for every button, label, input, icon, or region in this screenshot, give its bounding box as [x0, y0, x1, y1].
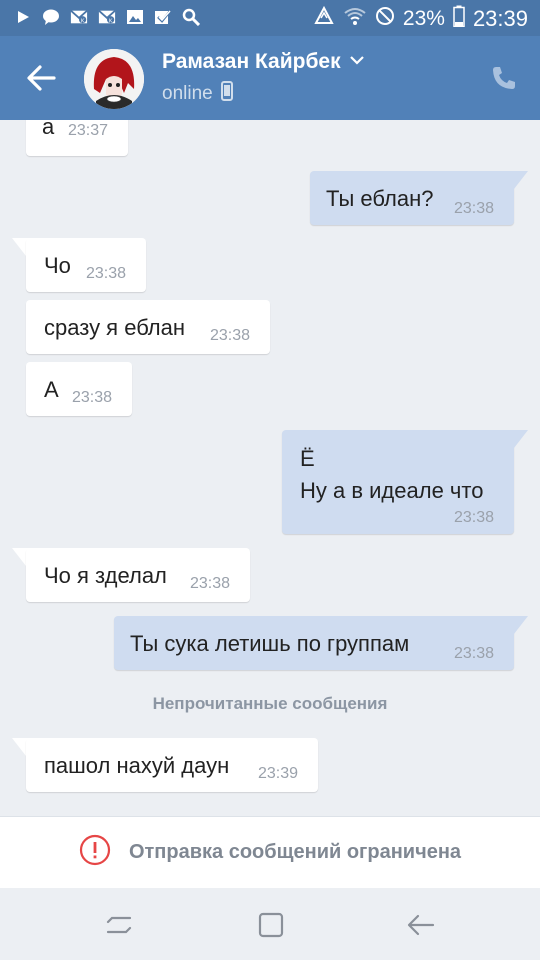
message-outgoing[interactable]: Ты еблан? 23:38 — [310, 171, 514, 225]
message-text: Чо — [44, 253, 71, 278]
search-icon — [182, 8, 200, 26]
chat-icon — [42, 8, 60, 26]
clock: 23:39 — [472, 6, 528, 31]
notification-icons: K K — [14, 8, 200, 26]
bubble-tail — [510, 616, 528, 634]
message-time: 23:38 — [454, 509, 495, 526]
check-icon — [154, 8, 172, 26]
chevron-down-icon — [349, 53, 365, 71]
no-sound-icon — [375, 6, 395, 32]
phone-icon[interactable] — [490, 64, 518, 92]
message-incoming[interactable]: Чо я зделал 23:38 — [26, 548, 250, 602]
bubble-tail — [510, 171, 528, 189]
message-text: Чо я зделал — [44, 563, 167, 588]
system-status: 23% 23:39 — [313, 5, 528, 33]
message-text-line: Ё — [300, 446, 315, 471]
message-incoming[interactable]: Чо 23:38 — [26, 238, 146, 292]
recycle-icon — [313, 5, 335, 32]
message-text: пашол нахуй даун — [44, 753, 230, 778]
message-text: Ты сука летишь по группам — [130, 631, 410, 656]
contact-name: Рамазан Кайрбек — [162, 50, 341, 73]
svg-text:K: K — [109, 18, 113, 24]
message-outgoing[interactable]: Ё Ну а в идеале что 23:38 — [282, 430, 514, 534]
message-text: Ты еблан? — [326, 186, 434, 211]
message-time: 23:38 — [72, 389, 113, 406]
message-time: 23:38 — [454, 645, 495, 662]
home-icon[interactable] — [256, 910, 286, 940]
mail-icon: K — [70, 8, 88, 26]
message-time: 23:37 — [68, 122, 109, 139]
bubble-tail — [510, 430, 528, 448]
message-time: 23:38 — [210, 327, 251, 344]
message-outgoing[interactable]: Ты сука летишь по группам 23:38 — [114, 616, 514, 670]
mobile-icon — [220, 81, 233, 107]
status-text: online — [162, 83, 213, 104]
image-icon — [126, 8, 144, 26]
back-icon[interactable] — [406, 910, 436, 940]
play-icon — [14, 8, 32, 26]
messaging-restricted-bar: Отправка сообщений ограничена — [0, 816, 540, 888]
chat-header: Рамазан Кайрбек online — [0, 36, 540, 120]
online-status: online — [162, 81, 233, 107]
message-incoming[interactable]: сразу я еблан 23:38 — [26, 300, 270, 354]
back-arrow-icon[interactable] — [24, 60, 60, 96]
message-text-line: Ну а в идеале что — [300, 478, 484, 503]
message-time: 23:38 — [86, 265, 127, 282]
message-incoming[interactable]: а 23:37 — [26, 120, 128, 156]
warning-icon — [79, 834, 111, 871]
mail-icon: K — [98, 8, 116, 26]
unread-divider: Непрочитанные сообщения — [152, 694, 388, 713]
message-list[interactable]: а 23:37 Ты еблан? 23:38 Чо 23:38 сразу я… — [0, 120, 540, 816]
message-text: А — [44, 377, 59, 402]
system-nav-bar — [0, 888, 540, 960]
message-text: сразу я еблан — [44, 315, 186, 340]
svg-text:K: K — [81, 18, 85, 24]
battery-percent: 23% — [402, 7, 445, 30]
message-time: 23:39 — [258, 765, 299, 782]
avatar[interactable] — [84, 49, 144, 109]
recent-apps-icon[interactable] — [104, 910, 134, 940]
restriction-notice: Отправка сообщений ограничена — [128, 841, 462, 863]
battery-icon — [453, 5, 465, 33]
status-bar: K K 23% 23:39 — [0, 0, 540, 36]
message-incoming[interactable]: пашол нахуй даун 23:39 — [26, 738, 318, 792]
message-time: 23:38 — [454, 200, 495, 217]
contact-name-row[interactable]: Рамазан Кайрбек — [162, 50, 365, 74]
message-incoming[interactable]: А 23:38 — [26, 362, 132, 416]
message-time: 23:38 — [190, 575, 231, 592]
message-text: а — [42, 120, 55, 139]
wifi-icon — [343, 6, 367, 32]
